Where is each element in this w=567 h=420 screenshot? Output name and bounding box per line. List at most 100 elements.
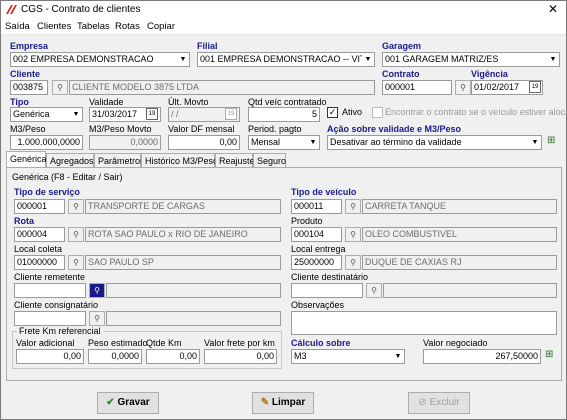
binoculars-icon[interactable]: ⚲ — [52, 80, 68, 95]
chevron-down-icon: ▼ — [177, 53, 189, 66]
title-bar: CGS - Contrato de clientes ✕ — [1, 1, 566, 18]
checkmark-icon: ✔ — [106, 397, 115, 408]
binoculars-icon[interactable]: ⚲ — [366, 283, 382, 298]
rota-code-field[interactable]: 000004 — [14, 227, 65, 242]
binoculars-icon[interactable]: ⚲ — [345, 255, 361, 270]
ativo-checkbox[interactable]: ✓ — [327, 107, 338, 118]
calculo-sobre-select[interactable]: M3 ▼ — [291, 349, 405, 364]
tab-seguro[interactable]: Seguro — [253, 153, 286, 168]
valor-df-field[interactable]: 0,00 — [168, 135, 240, 150]
menu-clientes[interactable]: Clientes — [37, 21, 71, 32]
m3-peso-movto-field: 0,0000 — [89, 135, 161, 150]
tab-agregados[interactable]: Agregados — [46, 153, 94, 168]
gravar-button[interactable]: ✔ Gravar — [97, 392, 159, 414]
gravar-label: Gravar — [117, 397, 150, 408]
calendar-icon[interactable]: 19 — [146, 108, 158, 120]
valor-negociado-field[interactable]: 267,50000 — [423, 349, 541, 364]
valor-adicional-field[interactable]: 0,00 — [16, 349, 84, 364]
valor-frete-field[interactable]: 0,00 — [204, 349, 277, 364]
qtde-km-field[interactable]: 0,00 — [146, 349, 200, 364]
close-icon[interactable]: ✕ — [548, 2, 558, 16]
window-title: CGS - Contrato de clientes — [21, 4, 141, 15]
grid-options-icon[interactable]: ⊞ — [547, 135, 561, 149]
calculo-sobre-label: Cálculo sobre — [291, 338, 351, 348]
local-coleta-code-field[interactable]: 01000000 — [14, 255, 65, 270]
local-entrega-code-field[interactable]: 25000000 — [291, 255, 342, 270]
cliente-destinatario-field[interactable] — [291, 283, 363, 298]
produto-label: Produto — [291, 216, 323, 226]
binoculars-icon[interactable]: ⚲ — [455, 80, 471, 95]
grid-options-icon[interactable]: ⊞ — [545, 349, 559, 363]
tipo-veiculo-label: Tipo de veículo — [291, 187, 357, 197]
local-coleta-name-field: SAO PAULO SP — [85, 255, 281, 270]
tipo-veiculo-name-field: CARRETA TANQUE — [362, 199, 557, 214]
peso-estimado-label: Peso estimado — [88, 338, 148, 348]
m3-peso-field[interactable]: 1.000.000,0000 — [10, 135, 83, 150]
empresa-select[interactable]: 002 EMPRESA DEMONSTRACAO ▼ — [10, 52, 190, 67]
contrato-label: Contrato — [382, 69, 420, 79]
valor-df-label: Valor DF mensal — [168, 124, 235, 134]
binoculars-icon[interactable]: ⚲ — [89, 283, 105, 298]
cliente-consignatario-name — [106, 311, 281, 326]
cliente-consignatario-label: Cliente consignatário — [14, 300, 99, 310]
binoculars-icon[interactable]: ⚲ — [68, 227, 84, 242]
cliente-remetente-name — [106, 283, 281, 298]
contrato-field[interactable]: 000001 — [382, 80, 452, 95]
tab-historico[interactable]: Histórico M3/Peso — [141, 153, 218, 168]
valor-negociado-label: Valor negociado — [423, 338, 488, 348]
acao-value: Desativar ao término da validade — [330, 137, 462, 147]
cliente-remetente-label: Cliente remetente — [14, 272, 86, 282]
menu-tabelas[interactable]: Tabelas — [77, 21, 110, 32]
binoculars-icon[interactable]: ⚲ — [89, 311, 105, 326]
cliente-destinatario-label: Cliente destinatário — [291, 272, 369, 282]
rota-label: Rota — [14, 216, 34, 226]
m3-peso-label: M3/Peso — [10, 124, 46, 134]
valor-adicional-label: Valor adicional — [16, 338, 75, 348]
qtd-veic-field[interactable]: 5 — [248, 107, 320, 122]
valor-frete-label: Valor frete por km — [204, 338, 275, 348]
binoculars-icon[interactable]: ⚲ — [68, 199, 84, 214]
garagem-label: Garagem — [382, 41, 422, 51]
chevron-down-icon: ▼ — [529, 136, 541, 149]
cliente-code-field[interactable]: 003875 — [10, 80, 48, 95]
calendar-icon[interactable]: 19 — [529, 81, 541, 93]
acao-label: Ação sobre validade e M3/Peso — [327, 124, 462, 134]
tipo-servico-label: Tipo de serviço — [14, 187, 80, 197]
produto-code-field[interactable]: 000104 — [291, 227, 342, 242]
acao-select[interactable]: Desativar ao término da validade ▼ — [327, 135, 542, 150]
limpar-label: Limpar — [271, 397, 306, 408]
cliente-remetente-field[interactable] — [14, 283, 86, 298]
empresa-value: 002 EMPRESA DEMONSTRACAO — [13, 54, 154, 64]
peso-estimado-field[interactable]: 0,0000 — [88, 349, 142, 364]
ativo-label: Ativo — [342, 107, 363, 117]
binoculars-icon[interactable]: ⚲ — [345, 199, 361, 214]
ult-movto-label: Últ. Movto — [168, 97, 209, 107]
filial-select[interactable]: 001 EMPRESA DEMONSTRACAO -- VITORIA/ ▼ — [197, 52, 375, 67]
eraser-icon: ✎ — [260, 397, 270, 408]
chevron-down-icon: ▼ — [547, 53, 559, 66]
binoculars-icon[interactable]: ⚲ — [68, 255, 84, 270]
m3-peso-movto-label: M3/Peso Movto — [89, 124, 152, 134]
period-pagto-select[interactable]: Mensal ▼ — [248, 135, 320, 150]
tab-parametros[interactable]: Parâmetros — [94, 153, 145, 168]
chevron-down-icon: ▼ — [362, 53, 374, 66]
garagem-select[interactable]: 001 GARAGEM MATRIZ/ES ▼ — [382, 52, 560, 67]
binoculars-icon[interactable]: ⚲ — [345, 227, 361, 242]
menu-rotas[interactable]: Rotas — [115, 21, 140, 32]
observacoes-field[interactable] — [291, 311, 557, 335]
tab-reajuste[interactable]: Reajuste — [215, 153, 255, 168]
tipo-veiculo-code-field[interactable]: 000011 — [291, 199, 342, 214]
cliente-consignatario-field[interactable] — [14, 311, 86, 326]
validade-label: Validade — [89, 97, 124, 107]
menu-copiar[interactable]: Copiar — [147, 21, 175, 32]
local-entrega-name-field: DUQUE DE CAXIAS RJ — [362, 255, 557, 270]
menu-saida[interactable]: Saída — [5, 21, 30, 32]
tab-generica[interactable]: Genérica — [6, 151, 47, 168]
menu-bar: Saída Clientes Tabelas Rotas Copiar — [1, 18, 566, 35]
garagem-value: 001 GARAGEM MATRIZ/ES — [385, 54, 499, 64]
tipo-servico-code-field[interactable]: 000001 — [14, 199, 65, 214]
tipo-label: Tipo — [10, 97, 29, 107]
limpar-button[interactable]: ✎ Limpar — [252, 392, 314, 414]
tipo-select[interactable]: Genérica ▼ — [10, 107, 83, 122]
period-pagto-label: Period. pagto — [248, 124, 302, 134]
